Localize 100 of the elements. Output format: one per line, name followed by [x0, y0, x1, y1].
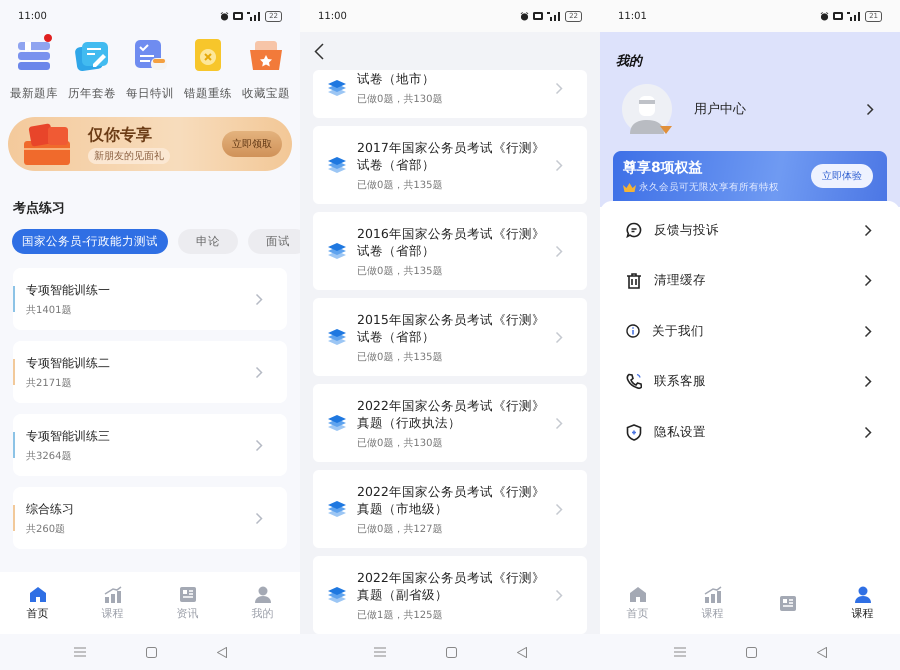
signal-icon	[247, 12, 262, 20]
practice-card[interactable]: 综合练习 共260题	[13, 487, 287, 549]
home-square-icon[interactable]	[746, 646, 756, 658]
layers-icon	[327, 414, 347, 432]
banner-title: 仅你专享	[88, 124, 152, 146]
signal-icon	[547, 12, 562, 20]
chat-bubble-icon	[626, 222, 642, 238]
crown-icon	[623, 182, 636, 192]
layers-icon	[327, 156, 347, 174]
back-triangle-icon[interactable]	[516, 646, 526, 658]
shortcut-button[interactable]: 最新题库	[6, 36, 62, 101]
back-triangle-icon[interactable]	[816, 646, 826, 658]
paper-title: 2022年国家公务员考试《行测》真题（市地级）	[357, 482, 545, 516]
shield-icon	[626, 424, 642, 441]
chevron-right-icon	[255, 366, 263, 378]
paper-stats-text: 已做0题，共130题	[357, 92, 444, 106]
exam-paper-card[interactable]: 2022年国家公务员考试《行测》真题（副省级） 已做1题，共125题	[313, 556, 587, 634]
exam-paper-card[interactable]: 2017年国家公务员考试《行测》试卷（省部） 已做0题，共135题	[313, 126, 587, 204]
tab-bar-item[interactable]: 首页	[0, 572, 75, 634]
paper-stats-text: 已做1题，共125题	[357, 608, 444, 622]
practice-title: 专项智能训练一	[26, 282, 111, 298]
layers-icon	[327, 79, 347, 97]
settings-menu-item[interactable]: 关于我们	[600, 306, 900, 356]
question-count: 共260题	[26, 522, 66, 536]
practice-card[interactable]: 专项智能训练一 共1401题	[13, 268, 287, 330]
menu-icon[interactable]	[674, 647, 686, 657]
exam-paper-card[interactable]: 2015年国家公务员考试《行测》试卷（省部） 已做0题，共135题	[313, 298, 587, 376]
menu-icon[interactable]	[74, 647, 86, 657]
section-title: 考点练习	[13, 200, 66, 217]
practice-title: 综合练习	[26, 500, 75, 518]
tab-bar-item[interactable]: 课程	[825, 572, 900, 634]
chevron-right-icon	[555, 416, 563, 430]
page-title: 我的	[615, 53, 644, 70]
exam-paper-card[interactable]: 试卷（地市） 已做0题，共130题	[313, 70, 587, 118]
layers-icon	[327, 242, 347, 260]
question-count: 共1401题	[26, 304, 72, 316]
paper-stats-text: 已做0题，共130题	[357, 436, 444, 450]
layers-icon	[327, 500, 347, 518]
shortcut-button[interactable]: 每日特训	[122, 36, 178, 101]
alarm-icon	[220, 12, 230, 20]
exam-paper-card[interactable]: 2016年国家公务员考试《行测》试卷（省部） 已做0题，共135题	[313, 212, 587, 290]
chevron-right-icon	[255, 292, 263, 306]
back-triangle-icon[interactable]	[216, 646, 226, 658]
home-icon	[628, 586, 646, 602]
chevron-right-icon	[555, 158, 563, 172]
settings-menu-item[interactable]: 清理缓存	[600, 256, 900, 306]
paper-stats-text: 已做0题，共135题	[357, 350, 444, 364]
category-chip[interactable]: 国家公务员-行政能力测试	[12, 229, 168, 254]
paper-title: 试卷（地市）	[357, 70, 436, 87]
trash-icon	[626, 272, 642, 289]
home-square-icon[interactable]	[446, 646, 456, 658]
user-center-row[interactable]: 用户中心	[600, 70, 900, 134]
exam-paper-card[interactable]: 2022年国家公务员考试《行测》真题（行政执法） 已做0题，共130题	[313, 384, 587, 462]
paper-title: 2017年国家公务员考试《行测》试卷（省部）	[357, 138, 545, 172]
promo-banner[interactable]: 仅你专享 新朋友的见面礼 立即领取	[8, 117, 292, 171]
home-icon	[28, 586, 46, 602]
layers-icon	[327, 586, 347, 604]
category-chip[interactable]: 申论	[178, 229, 238, 254]
practice-card[interactable]: 专项智能训练三 共3264题	[13, 414, 287, 476]
paper-title: 2016年国家公务员考试《行测》试卷（省部）	[357, 224, 545, 258]
info-icon	[626, 324, 640, 338]
practice-card[interactable]: 专项智能训练二 共2171题	[13, 341, 287, 403]
chevron-right-icon	[255, 438, 263, 452]
practice-title: 专项智能训练二	[26, 354, 111, 372]
signal-icon	[847, 12, 862, 20]
chevron-right-icon	[555, 330, 563, 344]
home-square-icon[interactable]	[146, 646, 156, 658]
badge-icon	[660, 124, 672, 134]
claim-button[interactable]: 立即领取	[222, 131, 282, 157]
status-time: 11:00	[318, 10, 347, 22]
try-now-button[interactable]: 立即体验	[811, 164, 873, 188]
chevron-right-icon	[864, 324, 872, 338]
person-icon	[254, 586, 272, 602]
person-silhouette-icon	[630, 94, 664, 134]
shortcut-button[interactable]: 错题重练	[180, 36, 236, 101]
shortcut-button[interactable]: 收藏宝题	[238, 36, 294, 101]
menu-icon[interactable]	[374, 647, 386, 657]
news-icon	[778, 594, 796, 612]
membership-title: 尊享8项权益	[623, 158, 704, 176]
back-button[interactable]	[314, 42, 324, 60]
chevron-right-icon	[555, 244, 563, 258]
chevron-right-icon	[864, 375, 872, 388]
settings-menu-item[interactable]: 联系客服	[600, 356, 900, 407]
banner-subtitle: 新朋友的见面礼	[88, 148, 170, 164]
settings-menu-item[interactable]: 隐私设置	[600, 407, 900, 458]
exam-paper-card[interactable]: 2022年国家公务员考试《行测》真题（市地级） 已做0题，共127题	[313, 470, 587, 548]
practice-title: 专项智能训练三	[26, 428, 111, 444]
settings-menu-item[interactable]: 反馈与投诉	[600, 205, 900, 256]
phone-icon	[626, 373, 642, 390]
paper-stats-text: 已做0题，共135题	[357, 178, 444, 192]
paper-title: 2015年国家公务员考试《行测》试卷（省部）	[357, 310, 545, 344]
shortcut-button[interactable]: 历年套卷	[64, 36, 120, 101]
alarm-icon	[820, 12, 830, 20]
layers-icon	[327, 328, 347, 346]
chart-icon	[104, 586, 122, 602]
alarm-icon	[520, 12, 530, 20]
category-chip[interactable]: 面试	[248, 229, 300, 254]
chart-icon	[704, 586, 722, 602]
status-time: 11:01	[618, 10, 647, 22]
chevron-right-icon	[864, 274, 872, 288]
